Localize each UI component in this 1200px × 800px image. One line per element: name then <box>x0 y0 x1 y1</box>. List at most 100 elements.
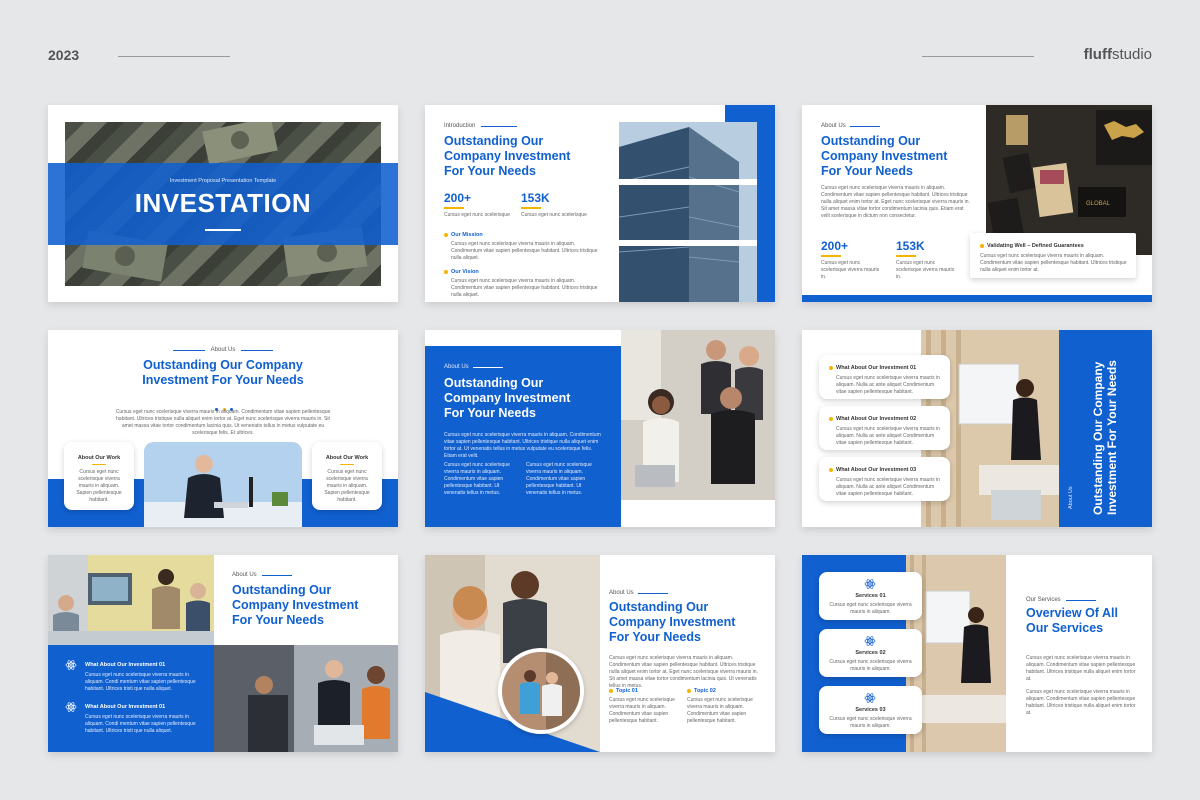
meeting-photo <box>214 645 398 752</box>
stat-value-1: 200+ <box>444 191 472 205</box>
stat-value-2: 153K <box>521 191 550 205</box>
slide-2-introduction[interactable]: Introduction Outstanding Our Company Inv… <box>425 105 775 302</box>
slide-6-investment-list[interactable]: About Us Outstanding Our Company Investm… <box>802 330 1152 527</box>
stat-accent-2 <box>521 207 541 209</box>
bullet-dot <box>687 688 691 693</box>
column-text-2: Cursus eget nunc scelerisque viverra mau… <box>526 462 592 496</box>
slide-title-line-1: Outstanding Our <box>232 583 332 597</box>
slide-title-line-1: Outstanding Our Company <box>143 358 303 372</box>
team-illustration <box>621 330 775 500</box>
card-title: About Our Work <box>77 455 121 461</box>
vision-heading: Our Vision <box>451 269 479 275</box>
slide-7-about-us[interactable]: What About Our Investment 01 Cursus eget… <box>48 555 398 752</box>
slide-9-services[interactable]: Services 01 Cursus eget nunc scelerisque… <box>802 555 1152 752</box>
item-title: What About Our Investment 01 <box>836 365 917 371</box>
stat-desc-1: Cursus eget nunc scelerisque <box>444 212 510 218</box>
slide-title-line-2: Company Investment <box>232 598 359 612</box>
circle-photo <box>498 648 584 734</box>
stat-value-1: 200+ <box>821 239 849 253</box>
slide-3-about-us[interactable]: About Us Outstanding Our Company Investm… <box>802 105 1152 302</box>
atom-icon <box>65 660 77 670</box>
mission-text: Cursus eget nunc scelerisque viverra mau… <box>451 241 598 261</box>
brand-logo: fluffstudio <box>1083 46 1152 63</box>
slide-title-line-1: Outstanding Our <box>444 376 544 390</box>
card-title: About Our Work <box>325 455 369 461</box>
investment-item-1: What About Our Investment 01 Cursus eget… <box>819 355 950 399</box>
slide-title-line-3: For Your Needs <box>232 613 324 627</box>
office-illustration <box>48 555 214 645</box>
section-label: Our Services <box>1026 597 1061 603</box>
service-text: Cursus eget nunc scelerisque viverra mau… <box>829 602 912 615</box>
section-label: About Us <box>609 590 634 596</box>
bullet-dot <box>829 365 833 370</box>
section-label: Introduction <box>444 123 476 129</box>
stat-desc-2: Cursus eget nunc scelerisque <box>521 212 587 218</box>
label-line <box>1066 600 1096 601</box>
slide-title-line-1: Overview Of All <box>1026 606 1118 620</box>
mission-heading: Our Mission <box>451 232 483 238</box>
item-text: Cursus eget nunc scelerisque viverra mau… <box>836 477 940 497</box>
svg-text:GLOBAL: GLOBAL <box>1086 201 1111 207</box>
atom-icon <box>65 702 77 712</box>
blue-title-panel: About Us Outstanding Our Company Investm… <box>1059 330 1152 527</box>
bottom-bar <box>802 295 1152 302</box>
item-text: Cursus eget nunc scelerisque viverra mau… <box>836 426 940 446</box>
vertical-title: Outstanding Our Company Investment For Y… <box>1091 360 1119 515</box>
stat-value-2: 153K <box>896 239 925 253</box>
slide-4-about-us[interactable]: About Us Outstanding Our Company Investm… <box>48 330 398 527</box>
slide-title-line-3: For Your Needs <box>444 406 536 420</box>
header-divider-left <box>118 56 230 57</box>
cover-subtitle: Investment Proposal Presentation Templat… <box>169 178 277 184</box>
stat-desc-2: Cursus eget nunc scelerisque viverra mau… <box>896 260 955 280</box>
bullet-dot <box>609 688 613 693</box>
label-line <box>473 367 503 368</box>
card-title: Validating Well – Defined Guarantees <box>987 243 1084 249</box>
body-text: Cursus eget nunc scelerisque viverra mau… <box>115 409 331 436</box>
card-text: Cursus eget nunc scelerisque viverra mau… <box>324 469 370 503</box>
slide-title-line-1: Outstanding Our <box>821 134 921 148</box>
label-line-left <box>173 350 205 351</box>
building-photo <box>619 122 757 302</box>
body-text-2: Cursus eget nunc scelerisque viverra mau… <box>1026 689 1136 716</box>
office-team-photo <box>48 555 214 645</box>
section-label: About Us <box>821 123 846 129</box>
label-line <box>262 575 292 576</box>
slide-8-about-us[interactable]: About Us Outstanding Our Company Investm… <box>425 555 775 752</box>
bullet-dot <box>829 416 833 421</box>
stat-desc-1: Cursus eget nunc scelerisque viverra mau… <box>821 260 880 280</box>
body-text: Cursus eget nunc scelerisque viverra mau… <box>609 655 758 689</box>
label-line <box>850 126 880 127</box>
item-title: What About Our Investment 01 <box>85 704 166 710</box>
guarantee-card: Validating Well – Defined Guarantees Cur… <box>970 233 1136 278</box>
walking-team-illustration <box>502 652 580 730</box>
slide-1-cover[interactable]: Investment Proposal Presentation Templat… <box>48 105 398 302</box>
topic-2-text: Cursus eget nunc scelerisque viverra mau… <box>687 697 753 724</box>
bullet-dot <box>444 269 448 274</box>
stat-accent-1 <box>821 255 841 257</box>
item-title: What About Our Investment 03 <box>836 467 917 473</box>
slide-title-line-2: Investment For Your Needs <box>142 373 304 387</box>
service-title: Services 03 <box>855 707 886 713</box>
slide-5-about-us[interactable]: About Us Outstanding Our Company Investm… <box>425 330 775 527</box>
service-text: Cursus eget nunc scelerisque viverra mau… <box>829 716 912 729</box>
title-band: Investment Proposal Presentation Templat… <box>48 163 398 245</box>
item-title: What About Our Investment 02 <box>836 416 917 422</box>
item-text: Cursus eget nunc scelerisque viverra mau… <box>85 672 196 692</box>
service-title: Services 02 <box>855 650 886 656</box>
service-card-1: Services 01 Cursus eget nunc scelerisque… <box>819 572 922 620</box>
header-divider-right <box>922 56 1034 57</box>
slide-title-line-2: Company Investment <box>821 149 948 163</box>
atom-icon <box>864 636 876 646</box>
card-text: Cursus eget nunc scelerisque viverra mau… <box>76 469 122 503</box>
cover-title: INVESTATION <box>134 188 312 218</box>
bullet-dot <box>444 232 448 237</box>
slide-title-line-3: For Your Needs <box>609 630 701 644</box>
section-label: About Us <box>210 347 236 353</box>
blue-text-panel: About Us Outstanding Our Company Investm… <box>425 346 621 527</box>
slide-title-line-1: Outstanding Our <box>609 600 709 614</box>
service-title: Services 01 <box>855 593 886 599</box>
section-label: About Us <box>1068 486 1074 509</box>
investment-item-2: What About Our Investment 02 Cursus eget… <box>819 406 950 450</box>
bullet-dot <box>980 243 984 248</box>
businessman-photo <box>144 442 302 527</box>
